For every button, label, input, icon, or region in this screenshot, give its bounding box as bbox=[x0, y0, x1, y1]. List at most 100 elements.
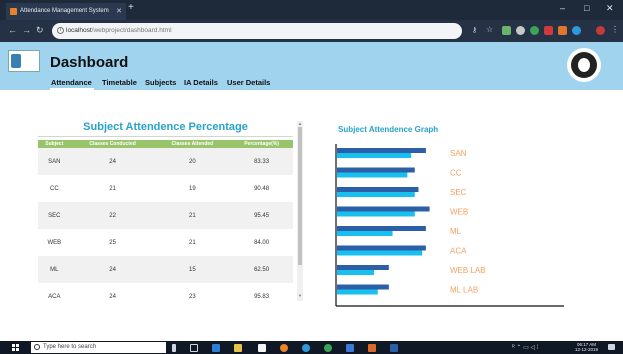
profile-icon[interactable] bbox=[596, 26, 605, 35]
search-icon bbox=[34, 344, 40, 350]
cell-attended: 23 bbox=[154, 283, 231, 310]
logo bbox=[8, 50, 40, 72]
bar-category-label: ML bbox=[450, 227, 462, 236]
bar bbox=[337, 206, 430, 212]
bar bbox=[337, 289, 378, 295]
bar-category-label: ACA bbox=[450, 247, 467, 256]
cell-percentage: 95.83 bbox=[230, 283, 293, 310]
browser-title-bar: Attendance Management System ✕ + – □ ✕ bbox=[0, 0, 623, 20]
extension-icon[interactable] bbox=[544, 26, 553, 35]
extension-icon[interactable] bbox=[502, 26, 511, 35]
app-icon[interactable] bbox=[346, 344, 354, 352]
browser-tab[interactable]: Attendance Management System ✕ bbox=[6, 3, 126, 20]
taskbar-search[interactable]: Type here to search bbox=[31, 342, 166, 353]
table-row: SEC 22 21 95.45 bbox=[38, 202, 293, 229]
windows-start-icon[interactable] bbox=[12, 344, 20, 351]
microphone-icon[interactable] bbox=[172, 344, 176, 352]
cell-conducted: 24 bbox=[70, 148, 155, 175]
bar-category-label: SAN bbox=[450, 149, 467, 158]
scroll-down-icon[interactable]: ▼ bbox=[297, 293, 303, 298]
bookmark-star-icon[interactable]: ☆ bbox=[486, 25, 493, 34]
cell-attended: 15 bbox=[154, 256, 231, 283]
task-view-icon[interactable] bbox=[190, 344, 198, 352]
app-icon[interactable] bbox=[368, 344, 376, 352]
bar-category-label: CC bbox=[450, 169, 462, 178]
table-scrollbar[interactable]: ▲ ▼ bbox=[297, 121, 303, 301]
cell-conducted: 24 bbox=[70, 283, 155, 310]
close-window-icon[interactable]: ✕ bbox=[606, 3, 614, 14]
cell-attended: 21 bbox=[154, 229, 231, 256]
scroll-up-icon[interactable]: ▲ bbox=[297, 121, 303, 126]
menu-icon[interactable]: ⋮ bbox=[611, 25, 619, 34]
edge-icon[interactable] bbox=[212, 344, 220, 352]
bar bbox=[337, 265, 389, 270]
cell-percentage: 90.48 bbox=[230, 175, 293, 202]
nav-attendance[interactable]: Attendance bbox=[51, 78, 92, 87]
cell-percentage: 95.45 bbox=[230, 202, 293, 229]
taskbar: Type here to search ᴿ ⌃ ▭ ◁ ⁞ 06:17 AM 1… bbox=[0, 341, 623, 354]
nav-user-details[interactable]: User Details bbox=[227, 78, 270, 87]
page-title: Dashboard bbox=[50, 54, 129, 71]
address-bar-area: ← → ↻ i localhost/webproject/dashboard.h… bbox=[0, 20, 623, 42]
cell-subject: SEC bbox=[38, 202, 71, 229]
cell-subject: SAN bbox=[38, 148, 71, 175]
table-row: WEB 25 21 84.00 bbox=[38, 229, 293, 256]
cell-conducted: 24 bbox=[70, 256, 155, 283]
system-tray[interactable]: ᴿ ⌃ ▭ ◁ ⁞ bbox=[512, 344, 538, 351]
maximize-icon[interactable]: □ bbox=[584, 3, 589, 13]
attendance-bar-chart: SAN CC SEC WEB ML ACA WEB LAB ML LAB bbox=[335, 144, 564, 307]
cell-percentage: 84.00 bbox=[230, 229, 293, 256]
table-row: CC 21 19 90.48 bbox=[38, 175, 293, 202]
bar bbox=[337, 172, 408, 178]
search-placeholder: Type here to search bbox=[43, 344, 97, 350]
info-icon[interactable]: i bbox=[57, 27, 64, 34]
table-row: ML 24 15 62.50 bbox=[38, 256, 293, 283]
attendance-table: Subject Classes Conducted Classes Attend… bbox=[38, 140, 293, 310]
bar-category-label: ML LAB bbox=[450, 286, 478, 295]
cell-attended: 20 bbox=[154, 148, 231, 175]
reload-icon[interactable]: ↻ bbox=[36, 25, 44, 36]
firefox-icon[interactable] bbox=[280, 344, 288, 352]
key-icon[interactable]: ⚷ bbox=[472, 26, 477, 34]
nav-ia-details[interactable]: IA Details bbox=[184, 78, 218, 87]
extension-icon[interactable] bbox=[530, 26, 539, 35]
extension-icon[interactable] bbox=[572, 26, 581, 35]
url-field[interactable]: i localhost/webproject/dashboard.html bbox=[52, 23, 462, 39]
bar bbox=[337, 192, 415, 197]
table-row: ACA 24 23 95.83 bbox=[38, 283, 293, 310]
minimize-icon[interactable]: – bbox=[560, 3, 565, 13]
clock[interactable]: 06:17 AM 12-12-2019 bbox=[575, 342, 598, 352]
table-title: Subject Attendence Percentage bbox=[83, 121, 248, 133]
file-explorer-icon[interactable] bbox=[234, 344, 242, 352]
bar-category-label: WEB bbox=[450, 208, 468, 217]
whatsapp-icon[interactable] bbox=[324, 344, 332, 352]
bar bbox=[337, 250, 423, 256]
col-classes-conducted: Classes Conducted bbox=[70, 140, 155, 148]
store-icon[interactable] bbox=[258, 344, 266, 352]
cell-conducted: 25 bbox=[70, 229, 155, 256]
cell-subject: ML bbox=[38, 256, 71, 283]
col-subject: Subject bbox=[38, 140, 71, 148]
new-tab-button[interactable]: + bbox=[128, 2, 134, 13]
col-classes-attended: Classes Attended bbox=[154, 140, 231, 148]
tab-title: Attendance Management System bbox=[20, 8, 109, 14]
cell-attended: 19 bbox=[154, 175, 231, 202]
user-face-icon bbox=[578, 58, 590, 72]
word-icon[interactable] bbox=[390, 344, 398, 352]
extension-icon[interactable] bbox=[516, 26, 525, 35]
page-header: Dashboard Attendance Timetable Subjects … bbox=[0, 42, 623, 90]
cell-attended: 21 bbox=[154, 202, 231, 229]
notifications-icon[interactable] bbox=[608, 344, 615, 350]
close-tab-icon[interactable]: ✕ bbox=[116, 3, 122, 20]
scrollbar-thumb[interactable] bbox=[298, 127, 302, 265]
avatar[interactable] bbox=[567, 48, 601, 82]
bar bbox=[337, 167, 415, 173]
extension-icon[interactable] bbox=[558, 26, 567, 35]
ie-icon[interactable] bbox=[302, 344, 310, 352]
nav-timetable[interactable]: Timetable bbox=[102, 78, 137, 87]
forward-icon[interactable]: → bbox=[22, 25, 31, 35]
nav-subjects[interactable]: Subjects bbox=[145, 78, 176, 87]
seal-icon bbox=[11, 54, 21, 68]
back-icon[interactable]: ← bbox=[8, 25, 17, 35]
bar bbox=[337, 284, 389, 290]
